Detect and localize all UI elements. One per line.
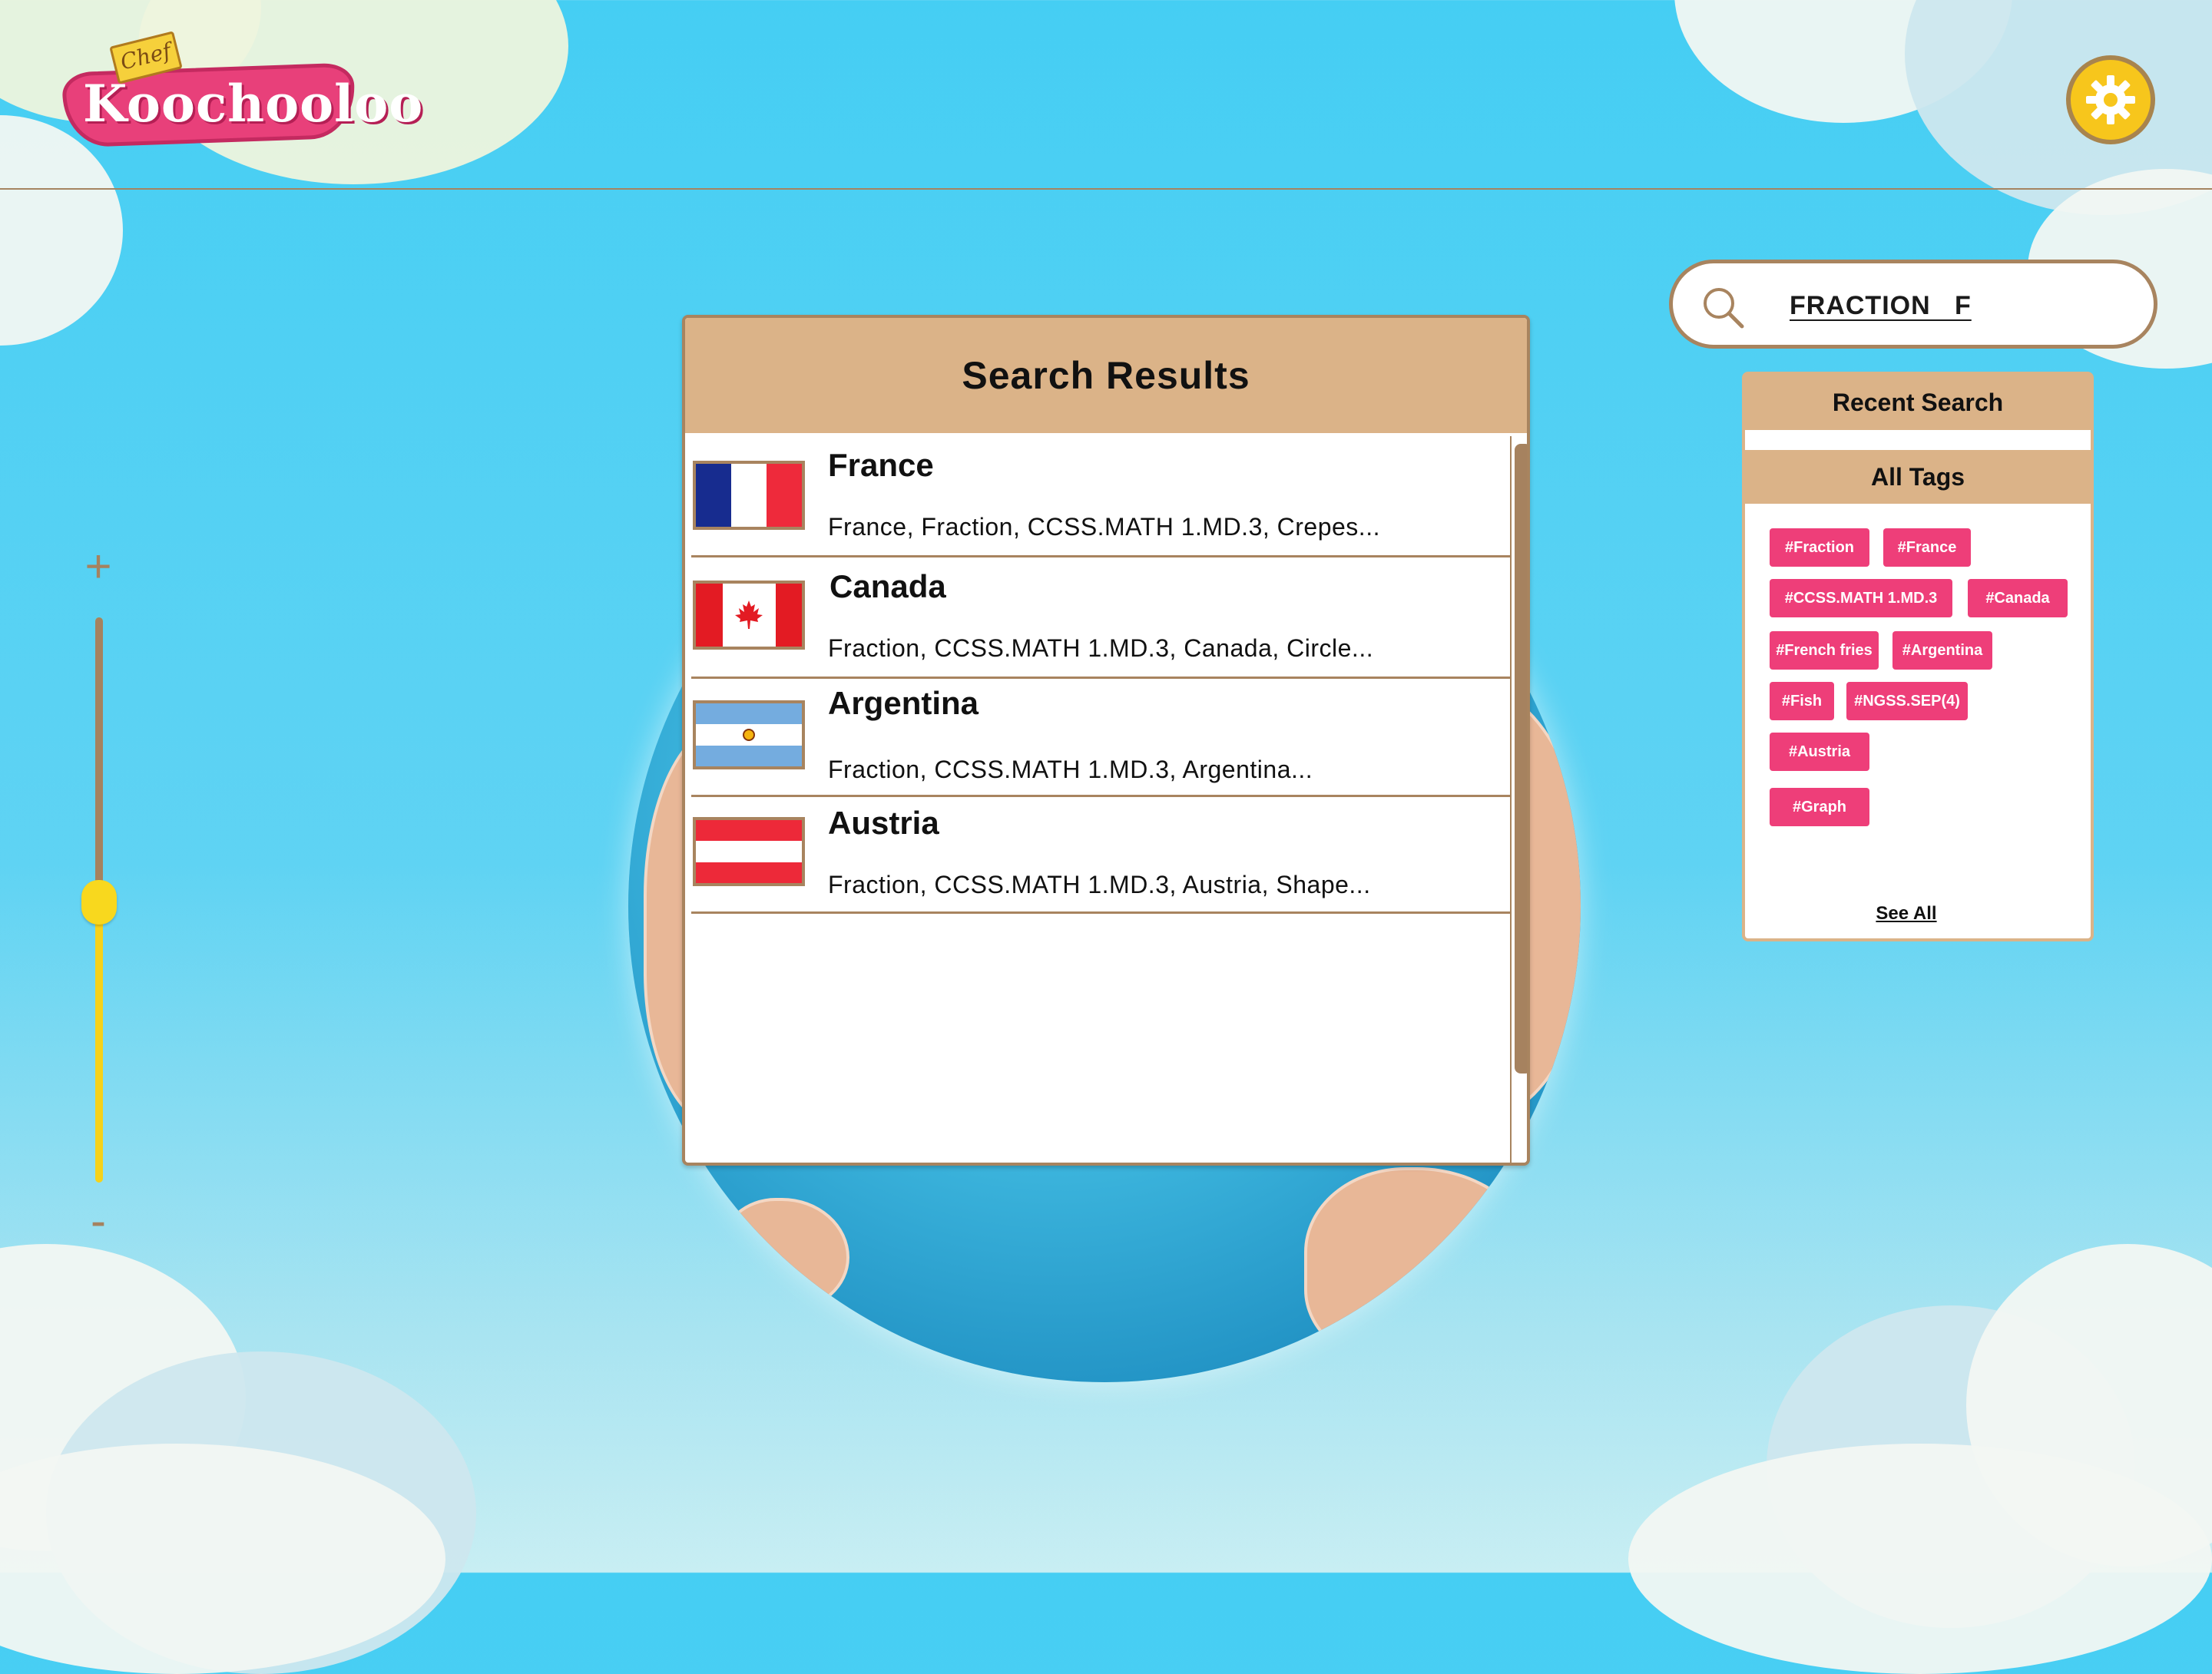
results-scrollbar-thumb[interactable]: [1515, 444, 1527, 1074]
settings-button[interactable]: [2066, 55, 2155, 144]
tag-graph[interactable]: #Graph: [1770, 788, 1869, 826]
tag-france[interactable]: #France: [1883, 528, 1971, 567]
zoom-in-button[interactable]: +: [79, 544, 118, 590]
canada-flag-icon: [693, 581, 805, 650]
results-scrollbar[interactable]: [1510, 436, 1527, 1163]
maple-leaf-icon: [735, 600, 763, 629]
search-results-title: Search Results: [685, 318, 1527, 433]
result-title: Canada: [830, 568, 946, 604]
result-title: France: [828, 447, 934, 483]
france-flag-icon: [693, 461, 805, 530]
result-title: Argentina: [828, 685, 979, 721]
search-input[interactable]: FRACTION F: [1669, 260, 2157, 349]
sun-of-may-icon: [743, 728, 755, 741]
gear-icon: [2086, 75, 2135, 124]
tag-ngss-sep[interactable]: #NGSS.SEP(4): [1846, 682, 1968, 720]
search-query-text: FRACTION F: [1790, 291, 1972, 320]
search-results-list: France France, Fraction, CCSS.MATH 1.MD.…: [691, 433, 1512, 914]
result-item-canada[interactable]: Canada Fraction, CCSS.MATH 1.MD.3, Canad…: [691, 557, 1512, 679]
result-tags: Fraction, CCSS.MATH 1.MD.3, Austria, Sha…: [828, 871, 1371, 898]
zoom-out-button[interactable]: -: [79, 1198, 118, 1244]
search-results-panel: Search Results France France, Fraction, …: [682, 315, 1530, 1166]
tag-canada[interactable]: #Canada: [1968, 579, 2068, 617]
result-item-austria[interactable]: Austria Fraction, CCSS.MATH 1.MD.3, Aust…: [691, 797, 1512, 914]
result-tags: France, Fraction, CCSS.MATH 1.MD.3, Crep…: [828, 513, 1380, 541]
tags-panel: Recent Search All Tags #Fraction #France…: [1742, 372, 2094, 941]
result-title: Austria: [828, 805, 939, 841]
zoom-slider-track-upper: [95, 617, 103, 902]
header-divider: [0, 188, 2212, 190]
see-all-link[interactable]: See All: [1745, 903, 2068, 925]
austria-flag-icon: [693, 817, 805, 886]
logo-brand-name: Koochooloo: [83, 74, 424, 134]
result-item-argentina[interactable]: Argentina Fraction, CCSS.MATH 1.MD.3, Ar…: [691, 679, 1512, 797]
result-item-france[interactable]: France France, Fraction, CCSS.MATH 1.MD.…: [691, 433, 1512, 557]
result-tags: Fraction, CCSS.MATH 1.MD.3, Argentina...: [828, 756, 1313, 783]
search-icon: [1704, 288, 1744, 329]
tag-fraction[interactable]: #Fraction: [1770, 528, 1869, 567]
tag-french-fries[interactable]: #French fries: [1770, 631, 1879, 670]
tag-austria[interactable]: #Austria: [1770, 733, 1869, 771]
zoom-slider-thumb[interactable]: [81, 880, 117, 925]
all-tags-header[interactable]: All Tags: [1745, 450, 2091, 504]
tag-argentina[interactable]: #Argentina: [1892, 631, 1992, 670]
result-tags: Fraction, CCSS.MATH 1.MD.3, Canada, Circ…: [828, 634, 1374, 662]
tag-fish[interactable]: #Fish: [1770, 682, 1834, 720]
argentina-flag-icon: [693, 700, 805, 769]
recent-search-header[interactable]: Recent Search: [1745, 375, 2091, 430]
tag-ccss-math[interactable]: #CCSS.MATH 1.MD.3: [1770, 579, 1952, 617]
koochooloo-logo: Chef Koochooloo: [48, 31, 422, 152]
